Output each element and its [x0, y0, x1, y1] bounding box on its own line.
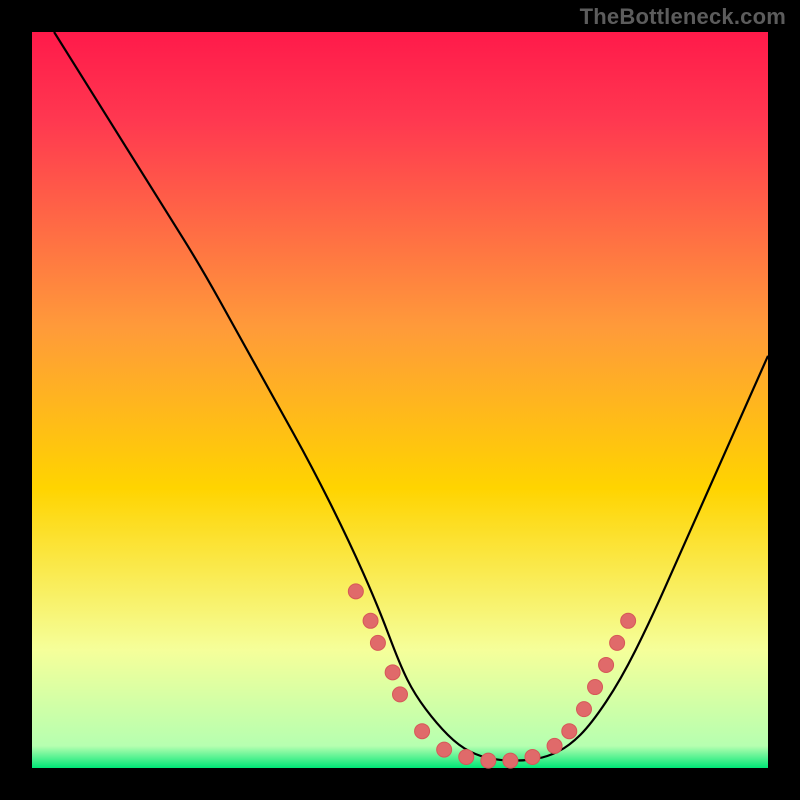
data-dot [525, 749, 540, 764]
data-dot [547, 738, 562, 753]
data-dot [610, 635, 625, 650]
data-dot [599, 657, 614, 672]
data-dot [577, 702, 592, 717]
data-dot [562, 724, 577, 739]
data-dot [481, 753, 496, 768]
bottleneck-chart [0, 0, 800, 800]
data-dot [588, 680, 603, 695]
data-dot [621, 613, 636, 628]
data-dot [363, 613, 378, 628]
data-dot [459, 749, 474, 764]
data-dot [385, 665, 400, 680]
data-dot [393, 687, 408, 702]
watermark-text: TheBottleneck.com [580, 4, 786, 30]
data-dot [370, 635, 385, 650]
chart-frame: TheBottleneck.com [0, 0, 800, 800]
data-dot [437, 742, 452, 757]
data-dot [348, 584, 363, 599]
data-dot [503, 753, 518, 768]
data-dot [415, 724, 430, 739]
gradient-background [32, 32, 768, 768]
